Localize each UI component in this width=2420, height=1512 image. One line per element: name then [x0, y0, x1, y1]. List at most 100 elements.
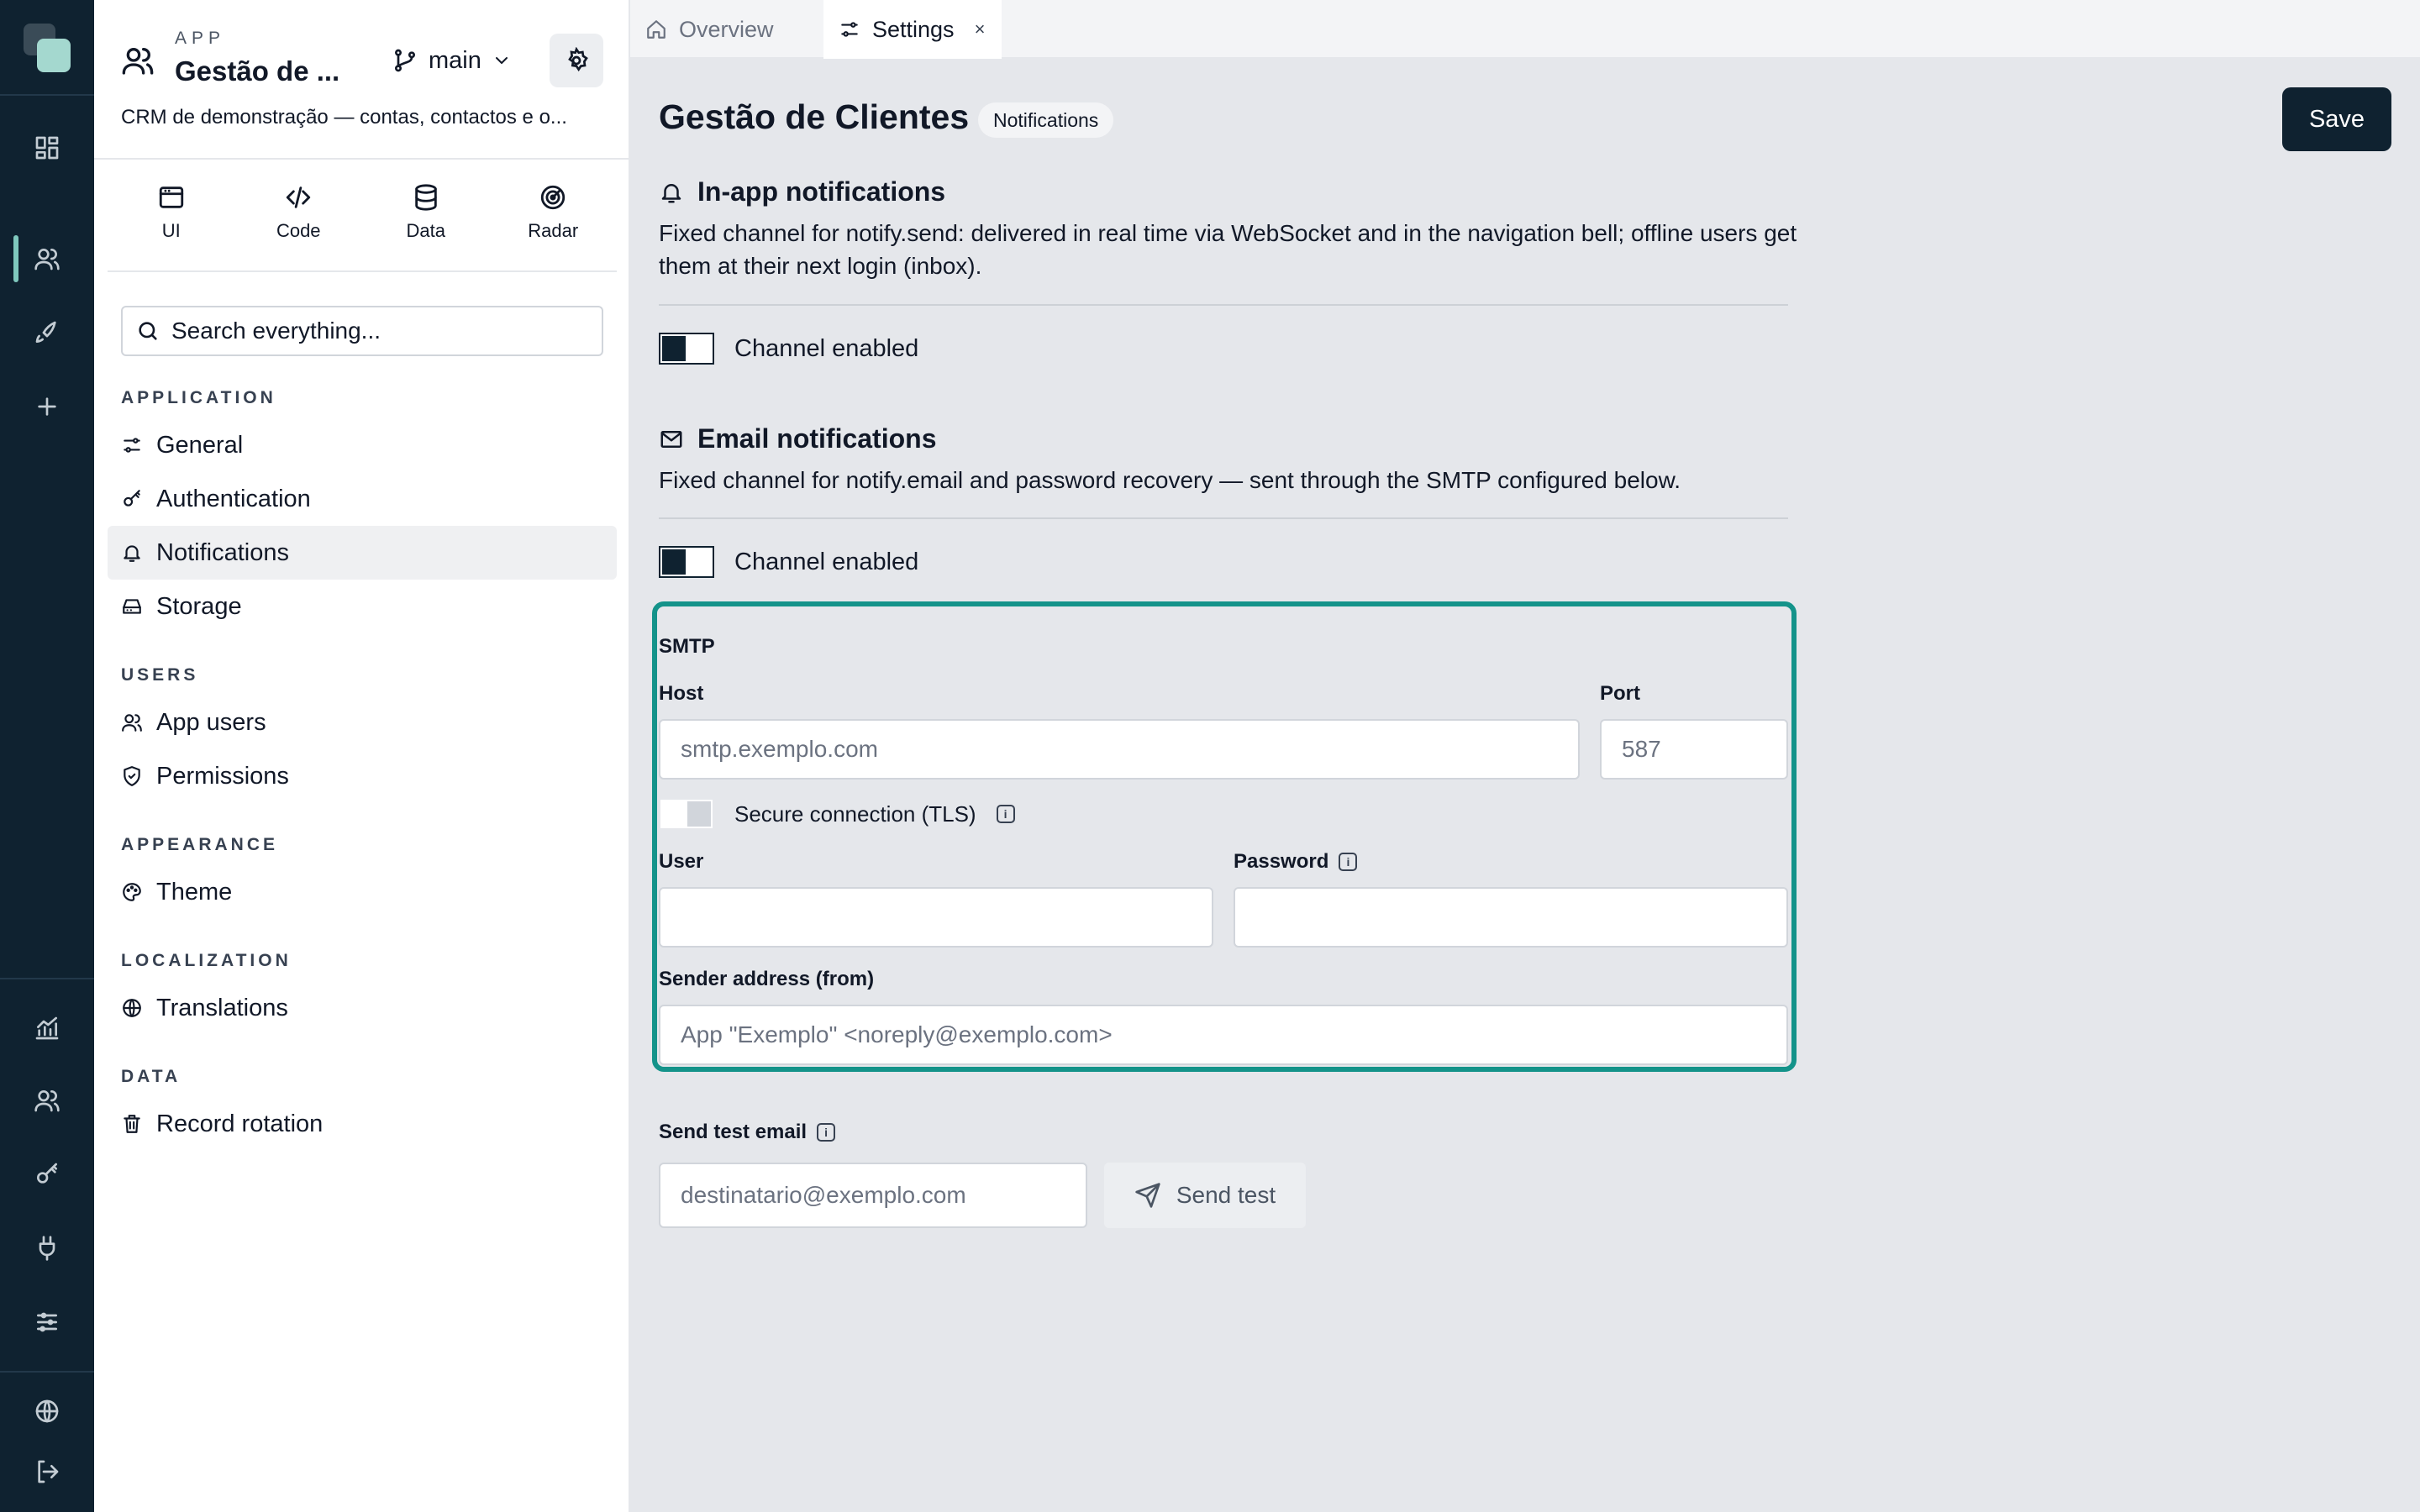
smtp-title: SMTP: [659, 635, 715, 658]
app-rail: [0, 0, 94, 1512]
nav-item-label: Authentication: [156, 485, 311, 512]
team-icon[interactable]: [30, 1084, 64, 1117]
app-description: CRM de demonstração — contas, contactos …: [121, 106, 567, 129]
tab-bar: Overview Settings ×: [630, 0, 2420, 59]
sliders-icon: [124, 438, 140, 453]
sliders-icon[interactable]: [30, 1305, 64, 1339]
divider: [659, 304, 1788, 306]
email-section-heading: Email notifications: [659, 423, 936, 454]
user-field: [659, 887, 1213, 948]
logout-icon[interactable]: [30, 1455, 64, 1488]
home-icon: [647, 20, 666, 39]
tab-label: Overview: [679, 16, 774, 42]
from-label: Sender address (from): [659, 968, 875, 990]
rail-divider: [0, 1371, 94, 1373]
nav-item-general[interactable]: General: [108, 418, 617, 472]
mode-data[interactable]: Data: [362, 160, 490, 270]
rail-divider: [0, 94, 94, 96]
branch-selector[interactable]: main: [392, 42, 512, 79]
page-title: Gestão de Clientes: [659, 97, 970, 136]
nav-item-theme[interactable]: Theme: [108, 865, 617, 919]
nav-item-notifications[interactable]: Notifications: [108, 526, 617, 580]
email-description: Fixed channel for notify.email and passw…: [659, 467, 1681, 493]
nav-item-permissions[interactable]: Permissions: [108, 749, 617, 803]
nav-item-label: Record rotation: [156, 1110, 324, 1137]
app-settings-button[interactable]: [550, 34, 603, 87]
send-test-button[interactable]: Send test: [1104, 1163, 1306, 1228]
globe-icon: [123, 999, 141, 1017]
nav-section-appearance: APPEARANCE: [121, 835, 279, 854]
key-icon: [124, 490, 140, 507]
email-title: Email notifications: [697, 423, 937, 454]
key-icon[interactable]: [30, 1158, 64, 1191]
close-tab-icon[interactable]: ×: [975, 18, 986, 40]
test-email-input[interactable]: [660, 1164, 1086, 1226]
info-icon[interactable]: i: [817, 1123, 836, 1142]
mode-code[interactable]: Code: [235, 160, 363, 270]
password-input[interactable]: [1235, 889, 1786, 946]
trash-icon: [124, 1115, 140, 1133]
nav-item-label: App users: [156, 708, 266, 736]
palette-icon: [123, 883, 141, 901]
nav-item-storage[interactable]: Storage: [108, 580, 617, 633]
port-input[interactable]: [1602, 721, 1786, 778]
info-icon[interactable]: i: [996, 805, 1015, 823]
inapp-section-heading: In-app notifications: [659, 176, 945, 207]
nav-item-translations[interactable]: Translations: [108, 981, 617, 1035]
bell-icon: [124, 545, 140, 562]
mode-label: Radar: [528, 220, 579, 241]
app-name: Gestão de ...: [175, 55, 340, 87]
plug-icon[interactable]: [30, 1231, 64, 1265]
rail-active-indicator: [13, 235, 18, 282]
divider: [659, 517, 1788, 519]
section-badge: Notifications: [978, 102, 1114, 138]
email-channel-toggle[interactable]: [659, 546, 714, 578]
app-logo[interactable]: [24, 24, 71, 72]
user-label: User: [659, 850, 704, 873]
inapp-channel-toggle[interactable]: [659, 333, 714, 365]
inapp-description: Fixed channel for notify.send: delivered…: [659, 220, 1797, 279]
password-label-row: Password i: [1234, 850, 1358, 874]
nav-section-users: USERS: [121, 665, 199, 685]
test-label: Send test email: [659, 1121, 808, 1143]
save-button[interactable]: Save: [2282, 87, 2391, 151]
nav-item-authentication[interactable]: Authentication: [108, 472, 617, 526]
host-input[interactable]: [660, 721, 1578, 778]
from-input[interactable]: [660, 1006, 1786, 1063]
users-icon: [121, 44, 155, 77]
nav-section-application: APPLICATION: [121, 388, 276, 407]
app-header: APP Gestão de ... main CRM de demonstraç…: [94, 0, 629, 160]
users-icon[interactable]: [30, 242, 64, 276]
plus-icon[interactable]: [30, 390, 64, 423]
nav-item-label: Permissions: [156, 762, 289, 790]
nav-section-localization: LOCALIZATION: [121, 951, 292, 970]
mode-label: Code: [276, 220, 321, 241]
test-email-field: [659, 1163, 1087, 1228]
globe-icon[interactable]: [30, 1394, 64, 1428]
app-kicker: APP: [175, 29, 226, 48]
info-icon[interactable]: i: [1339, 853, 1358, 871]
search-box: [121, 306, 603, 356]
tls-toggle[interactable]: [659, 798, 714, 830]
rocket-icon[interactable]: [30, 316, 64, 349]
sliders-icon: [841, 22, 858, 37]
mode-switcher: UI Code Data Radar: [108, 160, 617, 272]
mode-radar[interactable]: Radar: [490, 160, 618, 270]
mode-ui[interactable]: UI: [108, 160, 235, 270]
port-field: [1600, 719, 1788, 780]
dashboard-icon[interactable]: [30, 131, 64, 165]
user-input[interactable]: [660, 889, 1212, 946]
nav-item-label: General: [156, 431, 244, 459]
tls-row: Secure connection (TLS) i: [659, 798, 1015, 830]
nav-item-label: Notifications: [156, 538, 289, 566]
analytics-icon[interactable]: [30, 1011, 64, 1045]
tab-overview[interactable]: Overview: [630, 0, 789, 59]
password-field: [1234, 887, 1788, 948]
nav-item-record-rotation[interactable]: Record rotation: [108, 1097, 617, 1151]
database-icon: [415, 184, 437, 211]
nav-item-app-users[interactable]: App users: [108, 696, 617, 749]
search-input[interactable]: [171, 318, 575, 344]
tab-settings[interactable]: Settings ×: [823, 0, 1002, 59]
tls-label: Secure connection (TLS): [734, 801, 976, 827]
from-field: [659, 1005, 1788, 1065]
